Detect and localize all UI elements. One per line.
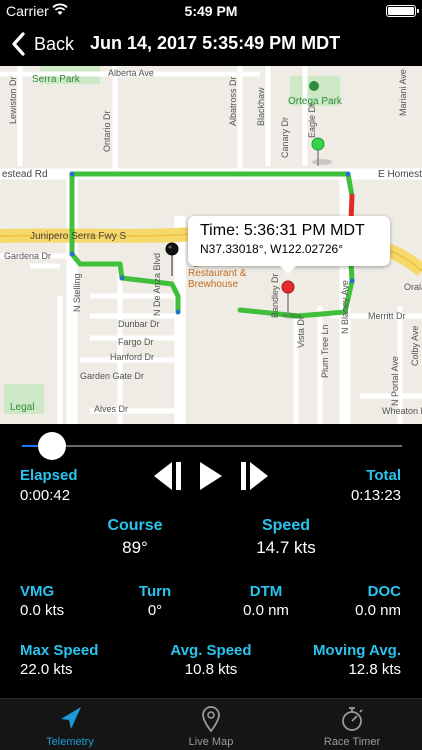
navigation-bar: Back Jun 14, 2017 5:35:49 PM MDT <box>0 22 422 66</box>
track-map[interactable]: Serra Park Alberta Ave Ortega Park estea… <box>0 66 422 424</box>
moving-avg-label: Moving Avg. <box>312 642 401 659</box>
map-label: Plum Tree Ln <box>320 324 330 378</box>
map-label: Garden Gate Dr <box>80 371 145 381</box>
map-label: Alves Dr <box>94 404 129 414</box>
tab-race-timer[interactable]: Race Timer <box>282 699 422 750</box>
play-icon <box>200 462 222 490</box>
back-button[interactable]: Back <box>8 30 74 58</box>
map-label: E Homest <box>378 169 422 180</box>
location-arrow-icon <box>61 707 81 729</box>
doc-label: DOC <box>367 583 401 600</box>
callout-coordinates: N37.33018°, W122.02726° <box>200 242 344 256</box>
vmg-label: VMG <box>20 583 55 600</box>
page-title: Jun 14, 2017 5:35:49 PM MDT <box>90 33 341 53</box>
course-value: 89° <box>122 538 148 557</box>
map-label: Vista Dr <box>296 316 306 348</box>
playback-controls <box>150 460 272 492</box>
map-label: Canary Dr <box>280 116 290 158</box>
map-label: Merritt Dr <box>368 311 406 321</box>
map-label: Mariani Ave <box>398 69 408 116</box>
map-label: N Portal Ave <box>390 356 400 406</box>
map-label: Bandley Dr <box>270 273 280 318</box>
map-label: Albatross Dr <box>228 76 238 126</box>
tab-label: Telemetry <box>46 736 94 748</box>
max-speed-label: Max Speed <box>20 642 99 659</box>
step-back-icon <box>154 462 181 490</box>
map-label: estead Rd <box>2 169 48 180</box>
step-forward-button[interactable] <box>236 460 272 492</box>
tab-live-map[interactable]: Live Map <box>141 699 281 750</box>
map-label: Orala <box>404 282 422 292</box>
avg-speed-value: 10.8 kts <box>184 661 238 678</box>
map-pin-icon <box>202 706 220 733</box>
vmg-value: 0.0 kts <box>20 602 65 619</box>
map-label: Ontario Dr <box>102 110 112 152</box>
tab-bar: Telemetry Live Map Race Timer <box>0 698 422 750</box>
map-label: N Stelling <box>72 273 82 312</box>
map-label: Colby Ave <box>410 325 420 366</box>
course-label: Course <box>107 517 163 534</box>
total-value: 0:13:23 <box>350 487 401 504</box>
map-label: Gardena Dr <box>4 251 52 261</box>
dtm-value: 0.0 nm <box>243 602 289 619</box>
play-button[interactable] <box>198 460 224 492</box>
map-label: Alberta Ave <box>108 68 154 78</box>
map-label: Junipero Serra Fwy S <box>30 231 127 242</box>
map-label: N De Anza Blvd <box>152 252 162 316</box>
map-label: Dunbar Dr <box>118 319 160 329</box>
avg-speed-label: Avg. Speed <box>170 642 252 659</box>
status-bar: Carrier 5:49 PM <box>0 0 422 22</box>
step-back-button[interactable] <box>150 460 186 492</box>
map-label: Blackhaw <box>256 87 266 126</box>
playback-slider-thumb[interactable] <box>38 432 67 460</box>
turn-value: 0° <box>147 602 163 619</box>
telemetry-panel: Elapsed 0:00:42 Total 0:13:23 Course 89°… <box>0 424 422 698</box>
chevron-left-icon <box>12 32 25 56</box>
tab-telemetry[interactable]: Telemetry <box>0 699 140 750</box>
back-label: Back <box>34 33 75 54</box>
map-label: N Blaney Ave <box>340 280 350 334</box>
tab-label: Live Map <box>188 736 234 748</box>
map-label: Hanford Dr <box>110 352 155 362</box>
elapsed-value: 0:00:42 <box>20 487 71 504</box>
elapsed-label: Elapsed <box>20 467 78 484</box>
moving-avg-value: 12.8 kts <box>348 661 401 678</box>
map-label: Serra Park <box>32 74 80 85</box>
stopwatch-icon <box>342 707 363 731</box>
battery-icon <box>386 5 419 17</box>
position-callout[interactable]: Time: 5:36:31 PM MDT N37.33018°, W122.02… <box>188 216 390 274</box>
max-speed-value: 22.0 kts <box>20 661 73 678</box>
map-label: Fargo Dr <box>118 337 154 347</box>
map-label: Lewiston Dr <box>8 76 18 124</box>
callout-time: Time: 5:36:31 PM MDT <box>200 222 365 239</box>
start-pin-icon <box>311 137 332 166</box>
turn-label: Turn <box>138 583 172 600</box>
map-label: Legal <box>10 402 35 413</box>
speed-value: 14.7 kts <box>256 538 316 557</box>
total-label: Total <box>366 467 401 484</box>
map-label: Eagle Dr <box>307 102 317 138</box>
playback-slider-track[interactable] <box>22 445 402 447</box>
map-label: Restaurant & Brewhouse <box>188 268 247 290</box>
status-time: 5:49 PM <box>184 3 238 19</box>
speed-label: Speed <box>261 517 310 534</box>
dtm-label: DTM <box>249 583 283 600</box>
tab-label: Race Timer <box>323 736 381 748</box>
step-forward-icon <box>241 462 268 490</box>
map-label: Wheaton D <box>382 406 422 416</box>
doc-value: 0.0 nm <box>355 602 401 619</box>
